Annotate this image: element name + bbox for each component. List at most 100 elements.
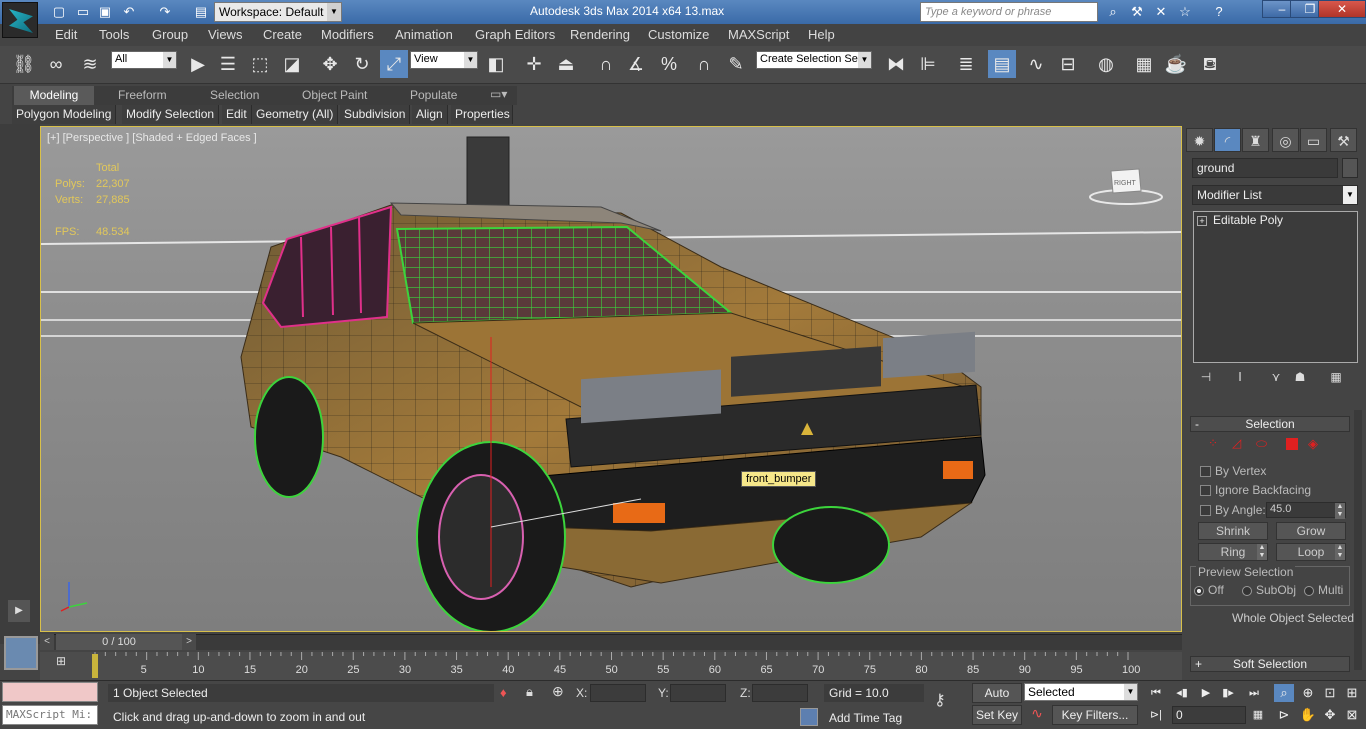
angle-snap-icon[interactable]: ∡ bbox=[622, 50, 650, 78]
rotate-icon[interactable]: ↻ bbox=[348, 50, 376, 78]
field-of-view-icon[interactable]: ⊳ bbox=[1274, 706, 1294, 724]
edit-named-sel-icon[interactable]: ✎ bbox=[722, 50, 750, 78]
show-end-result-icon[interactable]: Ⅰ bbox=[1230, 370, 1250, 388]
tab-object-paint[interactable]: Object Paint bbox=[302, 88, 367, 102]
goto-start-icon[interactable]: ⏮ bbox=[1146, 684, 1166, 702]
maximize-viewport-icon[interactable]: ⊠ bbox=[1342, 706, 1362, 724]
percent-snap-icon[interactable]: % bbox=[655, 50, 683, 78]
car-model[interactable]: ▲ bbox=[41, 127, 1182, 632]
undo-icon[interactable]: ↶ bbox=[120, 3, 138, 21]
vertex-icon[interactable]: ⁘ bbox=[1208, 436, 1218, 450]
expand-panel-icon[interactable]: ▶ bbox=[8, 600, 30, 622]
menu-create[interactable]: Create bbox=[263, 27, 302, 42]
close-button[interactable]: ✕ bbox=[1318, 0, 1366, 18]
spinner-arrows-icon[interactable]: ▲ ▼ bbox=[1257, 544, 1267, 560]
modifier-list-dropdown[interactable]: Modifier List ▼ bbox=[1192, 185, 1358, 205]
time-config-icon[interactable]: ▦ bbox=[1248, 706, 1268, 724]
zoom-extents-icon[interactable]: ⊡ bbox=[1320, 684, 1340, 702]
ribbon-polygon-modeling[interactable]: Polygon Modeling bbox=[12, 105, 117, 124]
menu-modifiers[interactable]: Modifiers bbox=[321, 27, 374, 42]
menu-rendering[interactable]: Rendering bbox=[570, 27, 630, 42]
menu-help[interactable]: Help bbox=[808, 27, 835, 42]
pivot-center-icon[interactable]: ◧ bbox=[482, 50, 510, 78]
prev-key-icon[interactable]: ◂▮ bbox=[1172, 684, 1192, 702]
radio-dot[interactable] bbox=[1304, 585, 1314, 596]
expand-plus-icon[interactable]: + bbox=[1197, 216, 1207, 226]
render-setup-icon[interactable]: ▦ bbox=[1130, 50, 1158, 78]
element-icon[interactable]: ◈ bbox=[1308, 436, 1318, 452]
x-coord-field[interactable] bbox=[590, 684, 646, 702]
menu-tools[interactable]: Tools bbox=[99, 27, 129, 42]
ribbon-edit[interactable]: Edit bbox=[222, 105, 252, 124]
zoom-icon[interactable]: ⌕ bbox=[1274, 684, 1294, 702]
curve-editor-icon[interactable]: ∿ bbox=[1022, 50, 1050, 78]
edge-icon[interactable]: ◿ bbox=[1232, 436, 1241, 450]
search-input[interactable]: Type a keyword or phrase bbox=[920, 2, 1098, 22]
preview-subobj-radio[interactable]: SubObj bbox=[1242, 583, 1296, 597]
prev-frame-arrow-icon[interactable]: < bbox=[40, 634, 54, 650]
tab-populate[interactable]: Populate bbox=[410, 88, 457, 102]
create-tab-icon[interactable]: ✹ bbox=[1186, 128, 1213, 152]
keyboard-shortcut-icon[interactable]: ⏏ bbox=[552, 50, 580, 78]
selection-rollout-header[interactable]: - Selection bbox=[1190, 416, 1350, 432]
key-mode-dropdown[interactable]: Selected ▼ bbox=[1024, 683, 1138, 701]
ribbon-align[interactable]: Align bbox=[412, 105, 448, 124]
motion-tab-icon[interactable]: ◎ bbox=[1272, 128, 1299, 152]
select-by-name-icon[interactable]: ☰ bbox=[214, 50, 242, 78]
spinner-arrows-icon[interactable]: ▲ ▼ bbox=[1335, 544, 1345, 560]
workspace-dropdown[interactable]: Workspace: Default ▼ bbox=[214, 2, 342, 22]
object-name-field[interactable]: ground bbox=[1192, 158, 1338, 178]
spinner-arrows-icon[interactable]: ▲ ▼ bbox=[1335, 503, 1345, 519]
menu-graph-editors[interactable]: Graph Editors bbox=[475, 27, 555, 42]
command-panel-scrollbar[interactable] bbox=[1354, 410, 1362, 670]
ignore-backfacing-checkbox[interactable]: Ignore Backfacing bbox=[1200, 483, 1311, 497]
checkbox-box[interactable] bbox=[1200, 505, 1211, 517]
maxscript-listener-output[interactable] bbox=[2, 682, 98, 702]
pin-stack-icon[interactable]: ⊣ bbox=[1196, 370, 1216, 388]
move-icon[interactable]: ✥ bbox=[316, 50, 344, 78]
time-slider[interactable] bbox=[40, 634, 1182, 650]
favorites-star-icon[interactable]: ☆ bbox=[1176, 3, 1194, 21]
layer-manager-icon[interactable]: ≣ bbox=[952, 50, 980, 78]
zoom-all-icon[interactable]: ⊕ bbox=[1298, 684, 1318, 702]
maxscript-listener-input[interactable]: MAXScript Mi: bbox=[2, 705, 98, 725]
by-angle-spinner[interactable]: 45.0 ▲ ▼ bbox=[1266, 502, 1346, 519]
binoculars-icon[interactable]: ⌕ bbox=[1104, 3, 1122, 21]
snaps-toggle-icon[interactable]: ∩ bbox=[592, 50, 620, 78]
menu-group[interactable]: Group bbox=[152, 27, 188, 42]
rendered-frame-icon[interactable]: ☕ bbox=[1162, 50, 1190, 78]
schematic-view-icon[interactable]: ⊟ bbox=[1054, 50, 1082, 78]
open-file-icon[interactable]: ▭ bbox=[74, 3, 92, 21]
ring-button[interactable]: Ring ▲ ▼ bbox=[1198, 543, 1268, 561]
checkbox-box[interactable] bbox=[1200, 466, 1211, 478]
remove-modifier-icon[interactable]: ☗ bbox=[1290, 370, 1310, 388]
key-mode-toggle-icon[interactable]: ⊳| bbox=[1146, 706, 1166, 724]
modifier-stack[interactable] bbox=[1193, 211, 1358, 363]
preview-multi-radio[interactable]: Multi bbox=[1304, 583, 1343, 597]
menu-edit[interactable]: Edit bbox=[55, 27, 77, 42]
utilities-tab-icon[interactable]: ⚒ bbox=[1330, 128, 1357, 152]
menu-maxscript[interactable]: MAXScript bbox=[728, 27, 789, 42]
configure-sets-icon[interactable]: ▦ bbox=[1326, 370, 1346, 388]
mirror-icon[interactable]: ⧓ bbox=[882, 50, 910, 78]
z-coord-field[interactable] bbox=[752, 684, 808, 702]
orbit-icon[interactable]: ✥ bbox=[1320, 706, 1340, 724]
auto-key-button[interactable]: Auto Key bbox=[972, 683, 1022, 719]
grow-button[interactable]: Grow bbox=[1276, 522, 1346, 540]
goto-end-icon[interactable]: ⏭ bbox=[1244, 684, 1264, 702]
soft-selection-rollout-header[interactable]: + Soft Selection bbox=[1190, 656, 1350, 672]
shrink-button[interactable]: Shrink bbox=[1198, 522, 1268, 540]
ribbon-properties[interactable]: Properties bbox=[451, 105, 513, 124]
viewcube[interactable]: RIGHT bbox=[1089, 163, 1163, 207]
make-unique-icon[interactable]: ⋎ bbox=[1266, 370, 1286, 388]
ribbon-subdivision[interactable]: Subdivision bbox=[340, 105, 411, 124]
next-key-icon[interactable]: ▮▸ bbox=[1218, 684, 1238, 702]
set-key-button[interactable]: Set Key bbox=[972, 705, 1022, 725]
select-manipulate-icon[interactable]: ✛ bbox=[520, 50, 548, 78]
redo-icon[interactable]: ↷ bbox=[156, 3, 174, 21]
preview-off-radio[interactable]: Off bbox=[1194, 583, 1224, 597]
loop-button[interactable]: Loop ▲ ▼ bbox=[1276, 543, 1346, 561]
isolate-icon[interactable]: ♦ bbox=[500, 685, 507, 700]
render-production-icon[interactable]: ⛾ bbox=[1196, 50, 1224, 78]
reference-coord-dropdown[interactable]: View ▼ bbox=[410, 51, 478, 69]
